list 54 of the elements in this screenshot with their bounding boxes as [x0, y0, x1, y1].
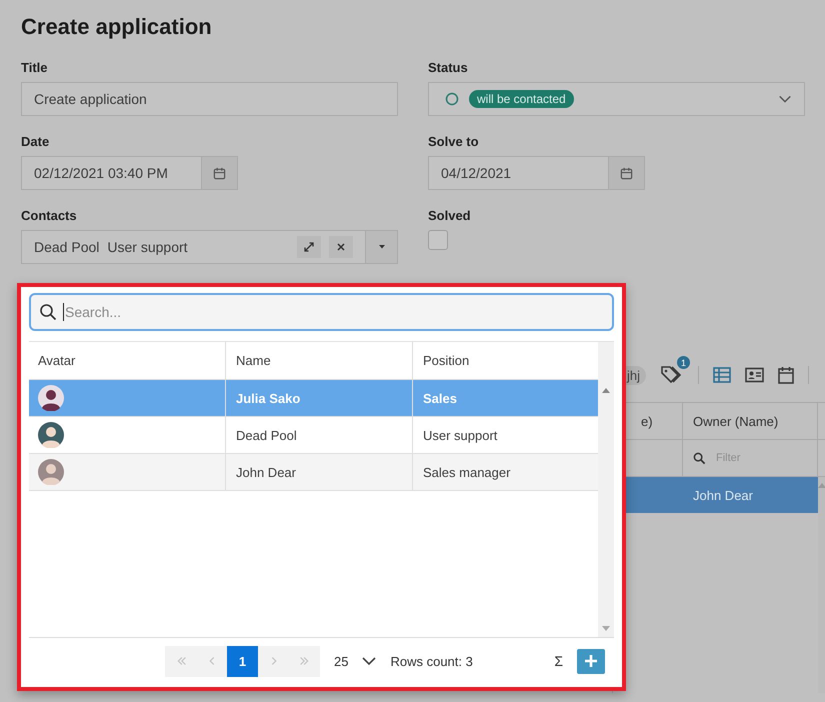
status-circle-icon	[445, 92, 459, 106]
rows-count: Rows count: 3	[390, 654, 473, 668]
scroll-down-icon[interactable]	[602, 626, 610, 631]
contact-value: Dead Pool	[34, 239, 100, 255]
title-field[interactable]: Create application	[21, 82, 398, 116]
field-label: Title	[21, 60, 48, 75]
avatar-icon	[38, 422, 64, 448]
expand-icon	[303, 241, 315, 253]
calendar-icon[interactable]	[778, 366, 794, 384]
avatar-icon	[38, 385, 64, 411]
expand-button[interactable]	[297, 236, 321, 258]
field-label: Contacts	[21, 208, 78, 223]
contacts-field[interactable]: Dead Pool User support	[21, 230, 398, 264]
contact-card-icon[interactable]	[745, 367, 764, 383]
column-header[interactable]: Position	[413, 342, 598, 379]
contact-row[interactable]: Dead Pool User support	[29, 417, 598, 454]
date-field[interactable]: 04/12/2021	[428, 156, 608, 190]
status-dropdown[interactable]: will be contacted	[428, 82, 805, 116]
page-title: Create application	[21, 14, 213, 40]
calendar-icon	[620, 166, 633, 180]
calendar-button[interactable]	[201, 156, 238, 190]
search-icon	[39, 303, 57, 321]
clear-button[interactable]	[329, 236, 353, 258]
field-label: Solved	[428, 208, 472, 223]
search-icon	[693, 452, 706, 464]
page-button[interactable]: 1	[227, 646, 258, 676]
search-box[interactable]: Search...	[29, 293, 614, 331]
date-field[interactable]: 02/12/2021 03:40 PM	[21, 156, 201, 190]
column-header[interactable]: Name	[226, 342, 413, 379]
add-button[interactable]	[577, 648, 605, 674]
scroll-up-icon[interactable]	[602, 388, 610, 393]
scrollbar[interactable]	[598, 342, 614, 637]
page-size-select[interactable]: 25	[334, 654, 376, 668]
count-badge: 1	[677, 356, 690, 369]
plus-icon	[584, 654, 598, 668]
field-label: Solve to	[428, 134, 480, 149]
status-tag: will be contacted	[469, 90, 574, 108]
field-label: Status	[428, 60, 469, 75]
search-field[interactable]: Search...	[65, 304, 604, 320]
caret-icon	[376, 244, 386, 250]
solved-checkbox[interactable]	[428, 230, 448, 250]
calendar-icon	[213, 166, 226, 180]
field-label: Date	[21, 134, 50, 149]
column-header[interactable]: Avatar	[29, 342, 226, 379]
close-icon	[336, 242, 346, 252]
scrollbar[interactable]	[818, 477, 825, 693]
avatar-icon	[38, 459, 64, 485]
table-view-icon[interactable]	[713, 367, 732, 383]
column-header[interactable]: Owner (Name)	[683, 403, 818, 439]
calendar-button[interactable]	[608, 156, 645, 190]
sum-button[interactable]: Σ	[550, 653, 567, 669]
chevron-down-icon	[362, 656, 376, 666]
contact-row[interactable]: John Dear Sales manager	[29, 454, 598, 491]
contact-value: User support	[107, 239, 188, 255]
